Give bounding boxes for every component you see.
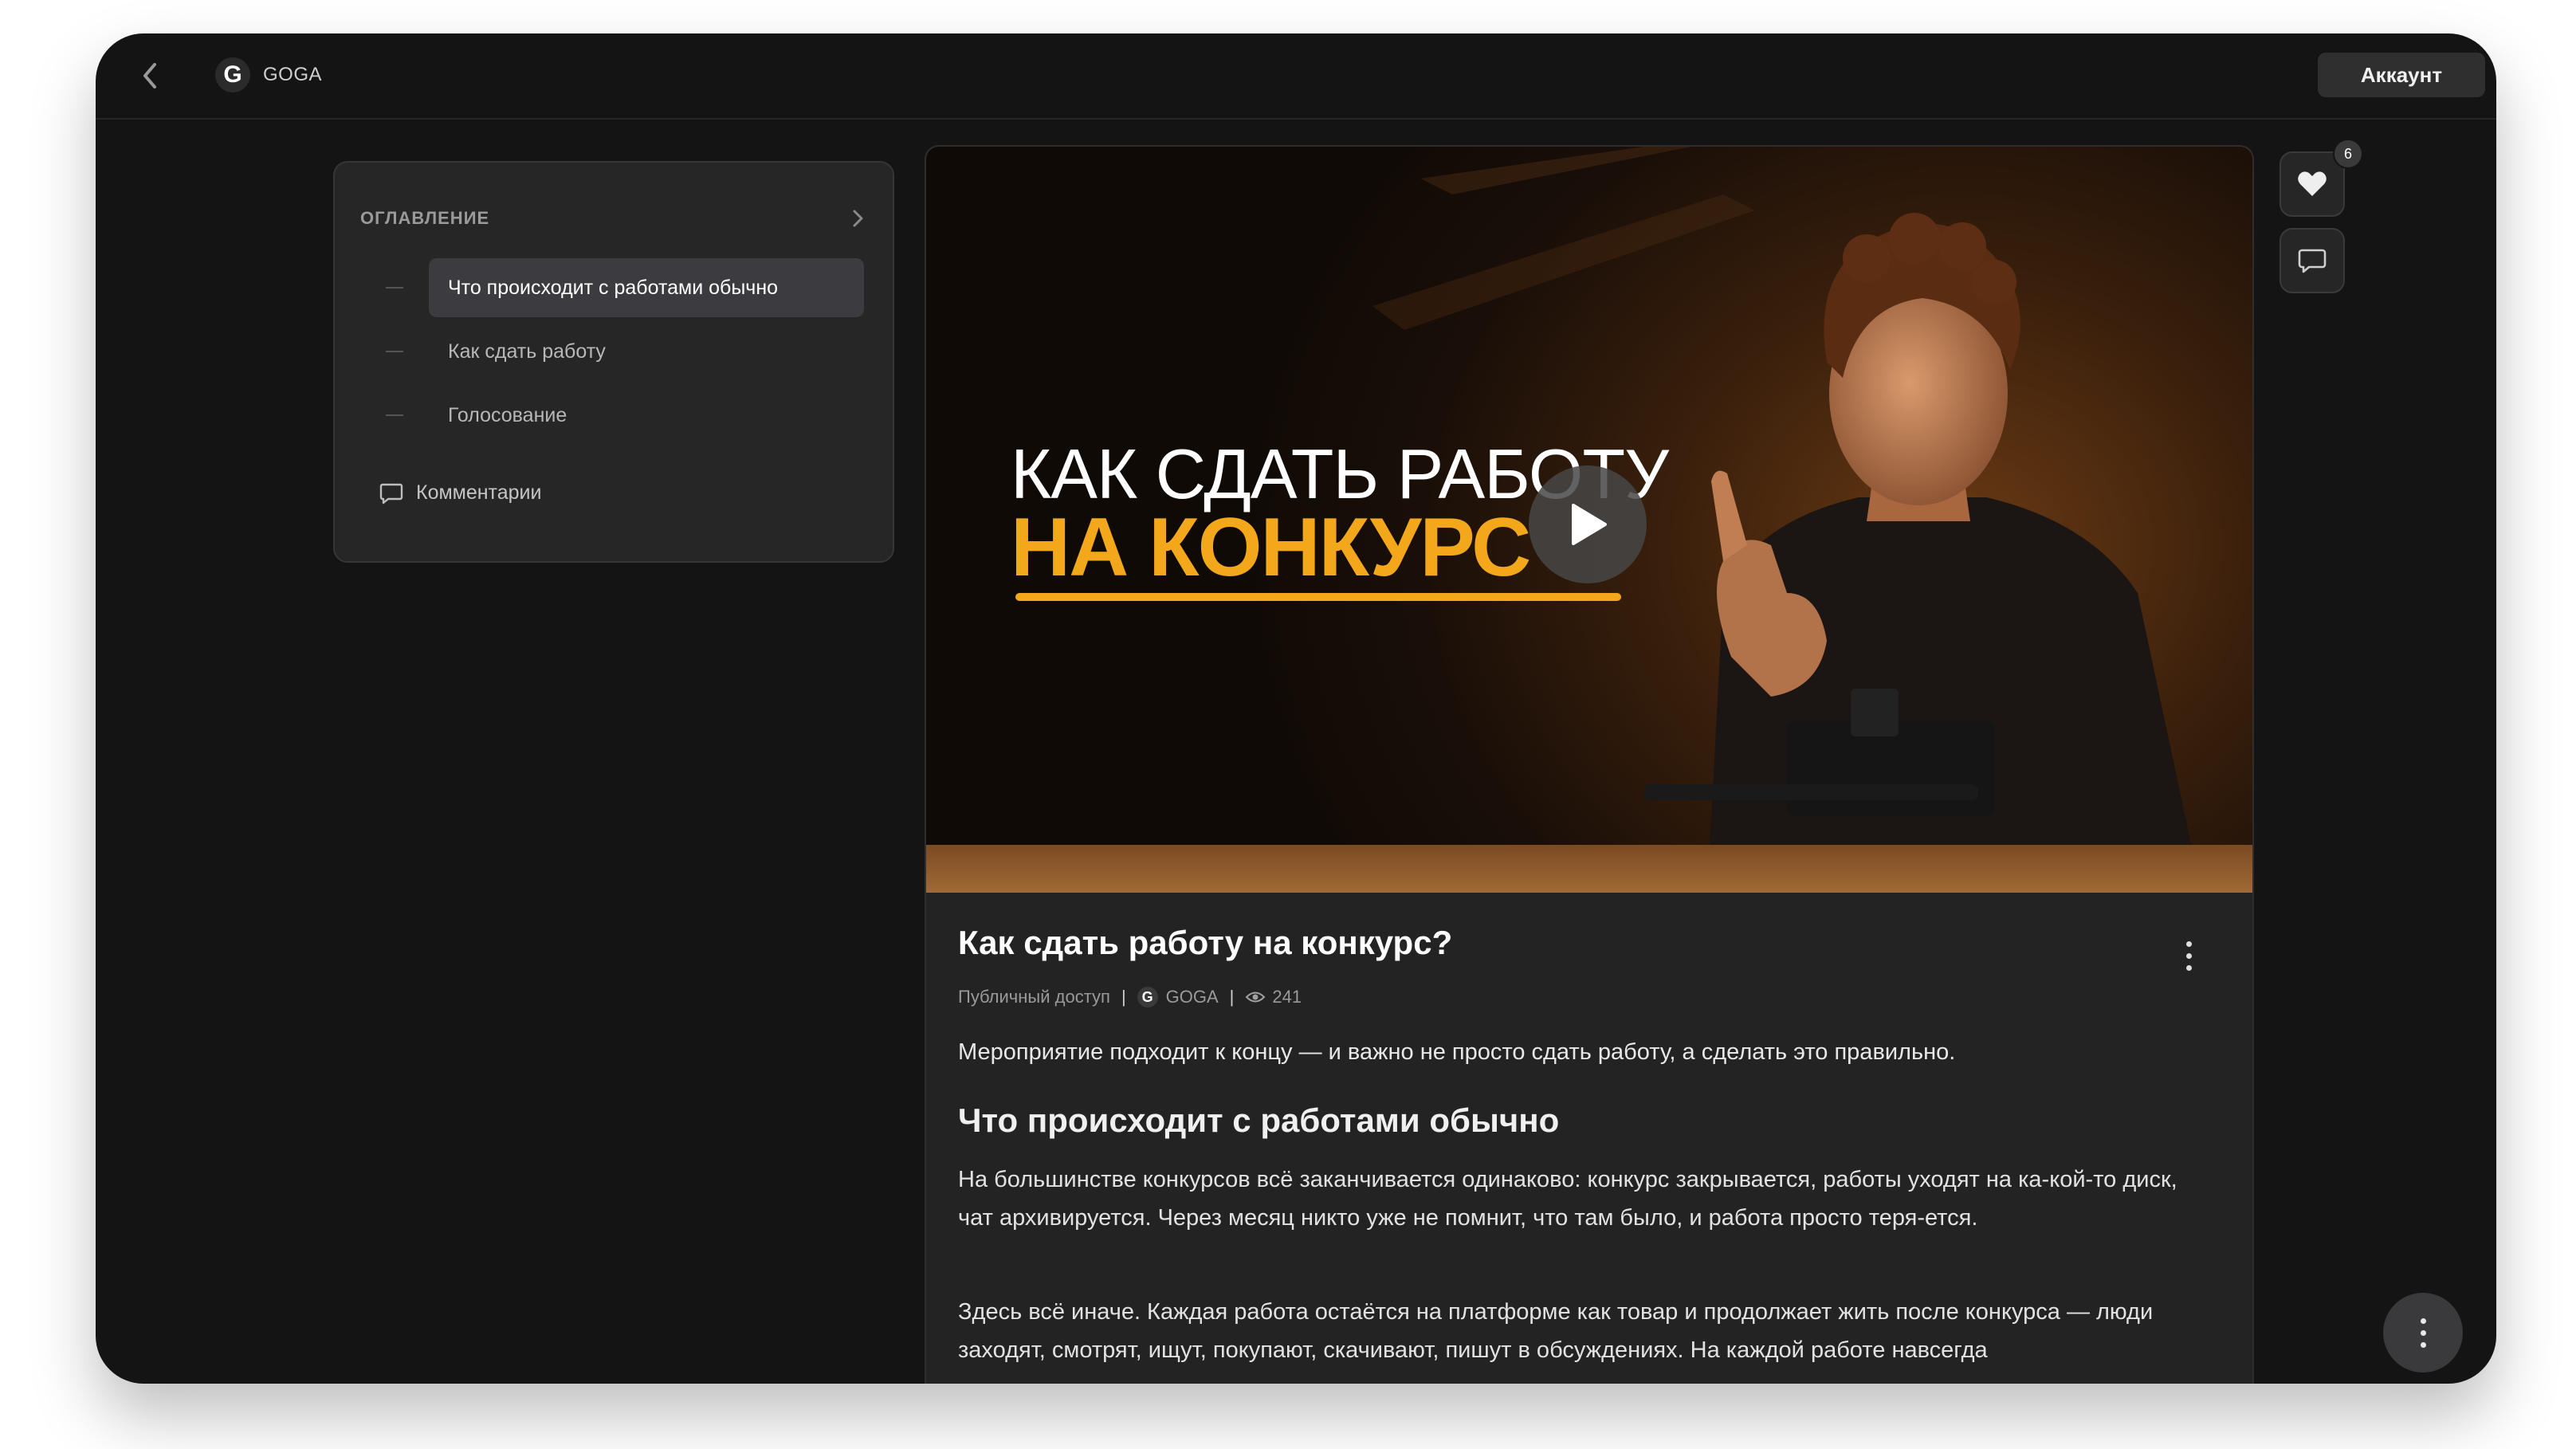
toc-dash bbox=[386, 287, 403, 289]
toc-comments-link[interactable]: Комментарии bbox=[379, 481, 541, 505]
like-count-badge: 6 bbox=[2333, 139, 2363, 169]
post-title: Как сдать работу на конкурс? bbox=[958, 924, 1453, 961]
chevron-right-icon[interactable] bbox=[848, 206, 867, 230]
brand-logo: G bbox=[215, 57, 250, 92]
thumbnail-underline bbox=[1015, 593, 1621, 601]
brand-name: GOGA bbox=[263, 64, 323, 85]
article-card: КАК СДАТЬ РАБОТУ НА КОНКУРС Как сдать ра… bbox=[925, 145, 2254, 1384]
toc-title: ОГЛАВЛЕНИЕ bbox=[360, 208, 490, 228]
play-button[interactable] bbox=[1529, 465, 1647, 583]
thumbnail-title-line2: НА КОНКУРС bbox=[1011, 501, 1531, 594]
separator: | bbox=[1121, 987, 1126, 1007]
more-actions-button[interactable] bbox=[2383, 1293, 2463, 1372]
author-name: GOGA bbox=[1165, 987, 1219, 1007]
play-icon bbox=[1572, 504, 1607, 545]
separator: | bbox=[1229, 987, 1235, 1007]
views-count: 241 bbox=[1272, 987, 1302, 1007]
section-heading: Что происходит с работами обычно bbox=[958, 1101, 1560, 1139]
top-bar: G GOGA Аккаунт bbox=[96, 33, 2496, 120]
toc-item-how-to-submit[interactable]: Как сдать работу bbox=[386, 322, 864, 381]
heart-icon bbox=[2298, 171, 2327, 196]
paragraph: На большинстве конкурсов всё заканчивает… bbox=[958, 1167, 2177, 1231]
comment-icon bbox=[2298, 249, 2327, 273]
toc-item-label: Что происходит с работами обычно bbox=[429, 258, 864, 317]
brand[interactable]: G GOGA bbox=[215, 57, 322, 92]
author-link[interactable]: G GOGA bbox=[1137, 987, 1219, 1007]
comment-icon bbox=[379, 483, 403, 504]
toc-item-label: Голосование bbox=[448, 403, 567, 426]
toc-dash bbox=[386, 351, 403, 352]
toc-item-label: Как сдать работу bbox=[448, 340, 606, 363]
toc-item-voting[interactable]: Голосование bbox=[386, 386, 864, 445]
chevron-left-icon bbox=[143, 63, 156, 88]
toc-comments-label: Комментарии bbox=[416, 481, 542, 504]
dot bbox=[2420, 1329, 2426, 1336]
table-surface bbox=[926, 845, 2252, 893]
app-window: G GOGA Аккаунт ОГЛАВЛЕНИЕ Что происходит… bbox=[96, 33, 2496, 1384]
dot bbox=[2420, 1317, 2426, 1324]
toc-item-what-happens[interactable]: Что происходит с работами обычно bbox=[386, 258, 864, 317]
dot bbox=[2185, 940, 2192, 947]
back-button[interactable] bbox=[131, 56, 171, 96]
comment-button[interactable] bbox=[2280, 228, 2345, 293]
paragraph: Здесь всё иначе. Каждая работа остаётся … bbox=[958, 1299, 2154, 1363]
account-button[interactable]: Аккаунт bbox=[2318, 53, 2485, 97]
dot bbox=[2185, 964, 2192, 971]
post-lead: Мероприятие подходит к концу — и важно н… bbox=[958, 1039, 1956, 1065]
video-player[interactable]: КАК СДАТЬ РАБОТУ НА КОНКУРС bbox=[926, 147, 2252, 893]
eye-icon bbox=[1245, 992, 1266, 1003]
toc-dash bbox=[386, 414, 403, 416]
post-meta: Публичный доступ | G GOGA | 241 bbox=[958, 987, 1302, 1007]
views: 241 bbox=[1245, 987, 1302, 1007]
access-label: Публичный доступ bbox=[958, 987, 1110, 1007]
toc-header: ОГЛАВЛЕНИЕ bbox=[360, 202, 867, 234]
post-menu-button[interactable] bbox=[2173, 936, 2205, 976]
dot bbox=[2420, 1341, 2426, 1348]
table-of-contents: ОГЛАВЛЕНИЕ Что происходит с работами обы… bbox=[333, 161, 894, 563]
dot bbox=[2185, 952, 2192, 959]
author-logo: G bbox=[1137, 987, 1158, 1007]
